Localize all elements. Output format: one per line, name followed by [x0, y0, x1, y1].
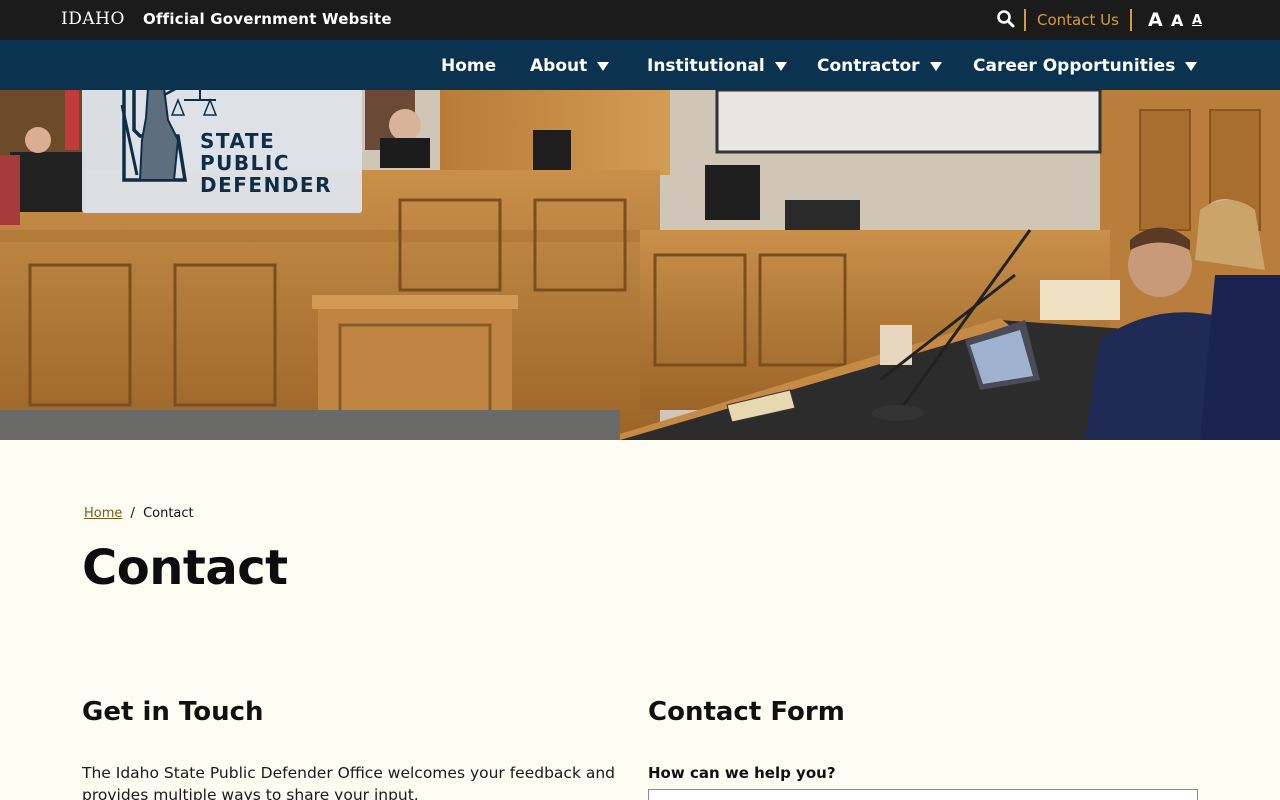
- utility-bar: IDAHO Official Government Website Contac…: [0, 0, 1280, 40]
- nav-item-institutional[interactable]: Institutional: [647, 56, 787, 76]
- font-size-small-button[interactable]: A: [1192, 13, 1202, 28]
- nav-item-career-opportunities[interactable]: Career Opportunities: [973, 56, 1198, 76]
- logo-line: DEFENDER: [200, 173, 332, 197]
- nav-item-contractor[interactable]: Contractor: [817, 56, 942, 76]
- breadcrumb-home-link[interactable]: Home: [84, 506, 122, 521]
- caret-down-icon: [1185, 61, 1198, 71]
- contact-form-heading: Contact Form: [648, 697, 845, 727]
- font-size-medium-button[interactable]: A: [1171, 11, 1183, 30]
- nav-item-label: Institutional: [647, 56, 765, 76]
- search-icon[interactable]: [996, 9, 1016, 29]
- hero-courtroom-image: STATE PUBLIC DEFENDER: [0, 90, 1280, 440]
- logo-line: STATE: [200, 129, 276, 153]
- idaho-state-logo[interactable]: IDAHO: [61, 9, 125, 29]
- get-in-touch-heading: Get in Touch: [82, 697, 264, 727]
- breadcrumb: Home / Contact: [84, 506, 194, 521]
- nav-item-about[interactable]: About: [530, 56, 610, 76]
- nav-item-home[interactable]: Home: [441, 56, 496, 76]
- page-title: Contact: [82, 540, 288, 596]
- main-navigation: Home About Institutional Contractor Care…: [0, 40, 1280, 90]
- breadcrumb-current: Contact: [143, 506, 194, 521]
- nav-item-label: Career Opportunities: [973, 56, 1176, 76]
- help-select-label: How can we help you?: [648, 764, 836, 782]
- nav-item-label: About: [530, 56, 588, 76]
- caret-down-icon: [774, 61, 787, 71]
- official-website-label: Official Government Website: [143, 10, 392, 28]
- caret-down-icon: [597, 61, 610, 71]
- breadcrumb-separator: /: [130, 506, 135, 521]
- nav-item-label: Contractor: [817, 56, 920, 76]
- divider: [1024, 9, 1026, 31]
- idaho-logo-text: IDAHO: [61, 9, 125, 29]
- divider: [1130, 9, 1132, 31]
- contact-us-link[interactable]: Contact Us: [1037, 11, 1119, 29]
- get-in-touch-text: The Idaho State Public Defender Office w…: [82, 764, 616, 800]
- logo-wordmark: STATE PUBLIC DEFENDER: [200, 130, 332, 196]
- logo-line: PUBLIC: [200, 151, 291, 175]
- help-topic-select[interactable]: [648, 789, 1198, 800]
- caret-down-icon: [929, 61, 942, 71]
- font-size-large-button[interactable]: A: [1148, 9, 1163, 31]
- state-public-defender-logo-card[interactable]: STATE PUBLIC DEFENDER: [82, 90, 362, 213]
- nav-item-label: Home: [441, 56, 497, 76]
